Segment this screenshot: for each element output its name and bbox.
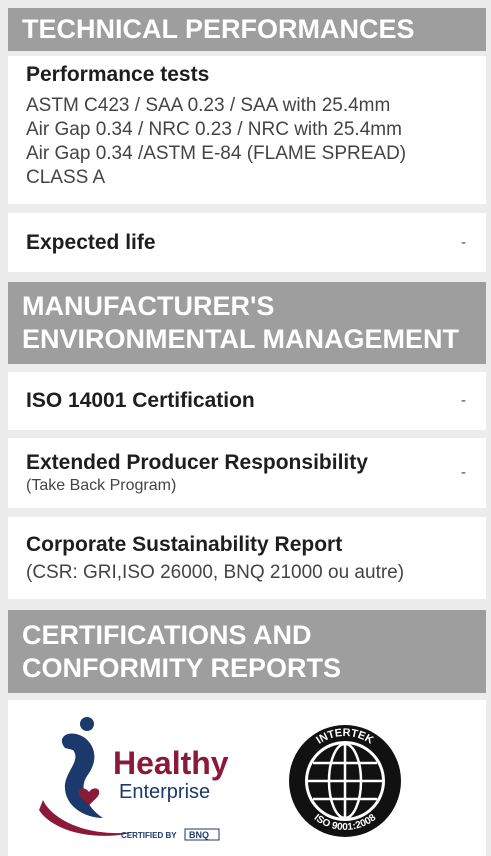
heading-line: CERTIFICATIONS AND (22, 619, 312, 650)
csr-card: Corporate Sustainability Report (CSR: GR… (8, 517, 486, 599)
enterprise-word: Enterprise (119, 781, 210, 803)
performance-tests-title: Performance tests (26, 63, 210, 86)
intertek-iso-logo: INTERTEK ISO 9001:2008 (284, 718, 406, 844)
section-heading-technical: TECHNICAL PERFORMANCES (8, 8, 486, 51)
expected-life-value: - (461, 234, 466, 251)
expected-life-title: Expected life (26, 230, 156, 254)
healthy-enterprise-emblem: Healthy Enterprise CERTIFIED BY BNQ (39, 717, 229, 841)
bnq-text: BNQ (189, 830, 209, 840)
heading-line: MANUFACTURER'S (22, 291, 275, 321)
performance-line: Air Gap 0.34 /ASTM E-84 (FLAME SPREAD) (26, 143, 407, 164)
healthy-enterprise-logo: Healthy Enterprise CERTIFIED BY BNQ (25, 714, 239, 846)
epr-card: Extended Producer Responsibility (Take B… (8, 438, 486, 508)
iso-14001-card: ISO 14001 Certification - (8, 372, 486, 430)
section-heading-certifications: CERTIFICATIONS AND CONFORMITY REPORTS (8, 610, 486, 693)
csr-subtitle: (CSR: GRI,ISO 26000, BNQ 21000 ou autre) (26, 561, 405, 583)
heading-line: CONFORMITY REPORTS (22, 652, 342, 683)
performance-line: Air Gap 0.34 / NRC 0.23 / NRC with 25.4m… (26, 119, 402, 140)
expected-life-card: Expected life - (8, 213, 486, 272)
heading-line: ENVIRONMENTAL MANAGEMENT (22, 324, 459, 354)
performance-line: CLASS A (26, 167, 106, 188)
iso-globe-emblem: INTERTEK ISO 9001:2008 (289, 725, 401, 837)
performance-line: ASTM C423 / SAA 0.23 / SAA with 25.4mm (26, 95, 391, 116)
page: TECHNICAL PERFORMANCES Performance tests… (0, 0, 491, 856)
healthy-word: Healthy (113, 745, 229, 781)
performance-tests-card: Performance tests ASTM C423 / SAA 0.23 /… (8, 56, 486, 204)
csr-title: Corporate Sustainability Report (26, 532, 343, 556)
section-heading-environmental: MANUFACTURER'S ENVIRONMENTAL MANAGEMENT (8, 282, 486, 364)
epr-value: - (461, 464, 466, 481)
figure-body (61, 733, 103, 818)
certification-logos: Healthy Enterprise CERTIFIED BY BNQ INTE… (8, 700, 486, 856)
performance-tests-body: ASTM C423 / SAA 0.23 / SAA with 25.4mm A… (26, 94, 468, 190)
iso-14001-title: ISO 14001 Certification (26, 389, 255, 412)
epr-title: Extended Producer Responsibility (26, 451, 368, 474)
epr-subtitle: (Take Back Program) (26, 477, 177, 494)
figure-head (80, 717, 94, 731)
certified-by-text: CERTIFIED BY (121, 831, 177, 840)
iso-14001-value: - (461, 392, 466, 409)
heading-text: TECHNICAL PERFORMANCES (22, 14, 415, 44)
